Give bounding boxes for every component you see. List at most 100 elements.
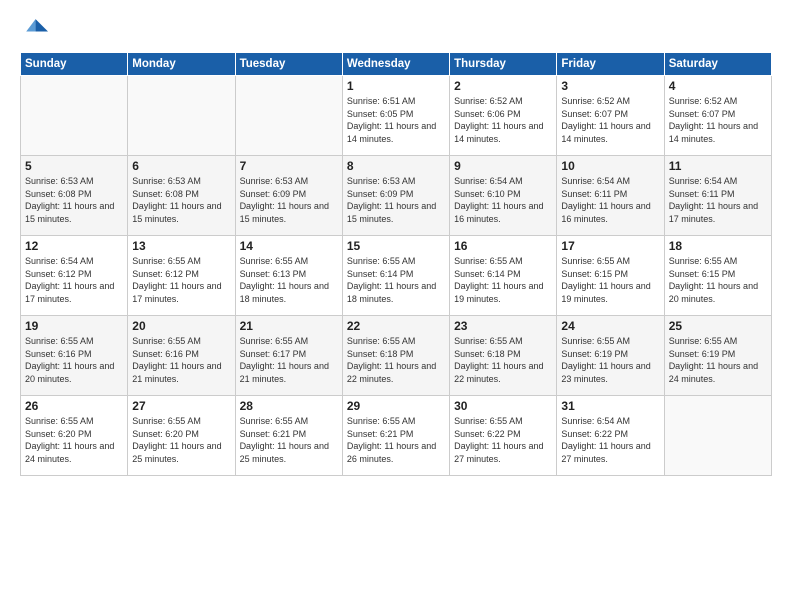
calendar-cell: 10 Sunrise: 6:54 AMSunset: 6:11 PMDayligh… <box>557 156 664 236</box>
day-number: 4 <box>669 79 767 93</box>
day-number: 16 <box>454 239 552 253</box>
day-number: 8 <box>347 159 445 173</box>
page: SundayMondayTuesdayWednesdayThursdayFrid… <box>0 0 792 612</box>
day-number: 2 <box>454 79 552 93</box>
day-info: Sunrise: 6:55 AMSunset: 6:14 PMDaylight:… <box>347 255 445 305</box>
calendar-table: SundayMondayTuesdayWednesdayThursdayFrid… <box>20 52 772 476</box>
day-number: 27 <box>132 399 230 413</box>
weekday-header: Monday <box>128 53 235 76</box>
calendar-cell: 6 Sunrise: 6:53 AMSunset: 6:08 PMDaylight… <box>128 156 235 236</box>
day-info: Sunrise: 6:54 AMSunset: 6:12 PMDaylight:… <box>25 255 123 305</box>
weekday-header-row: SundayMondayTuesdayWednesdayThursdayFrid… <box>21 53 772 76</box>
day-info: Sunrise: 6:55 AMSunset: 6:15 PMDaylight:… <box>561 255 659 305</box>
calendar-cell: 5 Sunrise: 6:53 AMSunset: 6:08 PMDaylight… <box>21 156 128 236</box>
calendar-cell <box>21 76 128 156</box>
day-number: 23 <box>454 319 552 333</box>
calendar-cell <box>128 76 235 156</box>
calendar-cell: 9 Sunrise: 6:54 AMSunset: 6:10 PMDaylight… <box>450 156 557 236</box>
calendar-cell: 13 Sunrise: 6:55 AMSunset: 6:12 PMDayligh… <box>128 236 235 316</box>
day-number: 6 <box>132 159 230 173</box>
calendar-cell: 28 Sunrise: 6:55 AMSunset: 6:21 PMDayligh… <box>235 396 342 476</box>
day-info: Sunrise: 6:55 AMSunset: 6:13 PMDaylight:… <box>240 255 338 305</box>
calendar-cell <box>664 396 771 476</box>
day-number: 3 <box>561 79 659 93</box>
calendar-cell: 22Sunrise: 6:55 AMSunset: 6:18 PMDayligh… <box>342 316 449 396</box>
calendar-cell: 14 Sunrise: 6:55 AMSunset: 6:13 PMDayligh… <box>235 236 342 316</box>
calendar-cell: 17 Sunrise: 6:55 AMSunset: 6:15 PMDayligh… <box>557 236 664 316</box>
day-number: 12 <box>25 239 123 253</box>
day-number: 25 <box>669 319 767 333</box>
calendar-week-row: 1Sunrise: 6:51 AMSunset: 6:05 PMDaylight… <box>21 76 772 156</box>
day-info: Sunrise: 6:55 AMSunset: 6:20 PMDaylight:… <box>132 415 230 465</box>
calendar-cell: 26Sunrise: 6:55 AMSunset: 6:20 PMDayligh… <box>21 396 128 476</box>
logo <box>20 16 52 44</box>
calendar-cell: 25 Sunrise: 6:55 AMSunset: 6:19 PMDayligh… <box>664 316 771 396</box>
day-info: Sunrise: 6:54 AMSunset: 6:11 PMDaylight:… <box>669 175 767 225</box>
calendar-cell: 8Sunrise: 6:53 AMSunset: 6:09 PMDaylight… <box>342 156 449 236</box>
day-number: 10 <box>561 159 659 173</box>
calendar-cell: 15 Sunrise: 6:55 AMSunset: 6:14 PMDayligh… <box>342 236 449 316</box>
logo-icon <box>20 16 48 44</box>
day-info: Sunrise: 6:55 AMSunset: 6:19 PMDaylight:… <box>561 335 659 385</box>
day-number: 30 <box>454 399 552 413</box>
calendar-cell: 31Sunrise: 6:54 AMSunset: 6:22 PMDayligh… <box>557 396 664 476</box>
day-number: 1 <box>347 79 445 93</box>
day-number: 7 <box>240 159 338 173</box>
day-number: 5 <box>25 159 123 173</box>
calendar-cell <box>235 76 342 156</box>
day-info: Sunrise: 6:55 AMSunset: 6:15 PMDaylight:… <box>669 255 767 305</box>
weekday-header: Sunday <box>21 53 128 76</box>
calendar-cell: 3 Sunrise: 6:52 AMSunset: 6:07 PMDaylight… <box>557 76 664 156</box>
calendar-cell: 27 Sunrise: 6:55 AMSunset: 6:20 PMDayligh… <box>128 396 235 476</box>
day-number: 13 <box>132 239 230 253</box>
calendar-cell: 30 Sunrise: 6:55 AMSunset: 6:22 PMDayligh… <box>450 396 557 476</box>
day-info: Sunrise: 6:54 AMSunset: 6:10 PMDaylight:… <box>454 175 552 225</box>
day-number: 21 <box>240 319 338 333</box>
day-number: 14 <box>240 239 338 253</box>
calendar-cell: 11 Sunrise: 6:54 AMSunset: 6:11 PMDayligh… <box>664 156 771 236</box>
calendar-week-row: 12 Sunrise: 6:54 AMSunset: 6:12 PMDayligh… <box>21 236 772 316</box>
day-number: 19 <box>25 319 123 333</box>
day-number: 26 <box>25 399 123 413</box>
day-info: Sunrise: 6:55 AMSunset: 6:16 PMDaylight:… <box>132 335 230 385</box>
weekday-header: Friday <box>557 53 664 76</box>
day-number: 28 <box>240 399 338 413</box>
calendar-cell: 12 Sunrise: 6:54 AMSunset: 6:12 PMDayligh… <box>21 236 128 316</box>
day-info: Sunrise: 6:55 AMSunset: 6:12 PMDaylight:… <box>132 255 230 305</box>
weekday-header: Thursday <box>450 53 557 76</box>
day-number: 29 <box>347 399 445 413</box>
calendar-cell: 18Sunrise: 6:55 AMSunset: 6:15 PMDayligh… <box>664 236 771 316</box>
weekday-header: Tuesday <box>235 53 342 76</box>
day-number: 11 <box>669 159 767 173</box>
day-number: 31 <box>561 399 659 413</box>
calendar-cell: 4 Sunrise: 6:52 AMSunset: 6:07 PMDaylight… <box>664 76 771 156</box>
day-info: Sunrise: 6:53 AMSunset: 6:08 PMDaylight:… <box>132 175 230 225</box>
calendar-week-row: 5 Sunrise: 6:53 AMSunset: 6:08 PMDaylight… <box>21 156 772 236</box>
day-number: 9 <box>454 159 552 173</box>
day-info: Sunrise: 6:52 AMSunset: 6:06 PMDaylight:… <box>454 95 552 145</box>
calendar-cell: 16 Sunrise: 6:55 AMSunset: 6:14 PMDayligh… <box>450 236 557 316</box>
day-info: Sunrise: 6:53 AMSunset: 6:09 PMDaylight:… <box>240 175 338 225</box>
calendar-cell: 7 Sunrise: 6:53 AMSunset: 6:09 PMDaylight… <box>235 156 342 236</box>
header <box>20 16 772 44</box>
day-info: Sunrise: 6:55 AMSunset: 6:18 PMDaylight:… <box>347 335 445 385</box>
day-info: Sunrise: 6:55 AMSunset: 6:22 PMDaylight:… <box>454 415 552 465</box>
day-info: Sunrise: 6:53 AMSunset: 6:08 PMDaylight:… <box>25 175 123 225</box>
day-number: 15 <box>347 239 445 253</box>
day-number: 24 <box>561 319 659 333</box>
day-number: 20 <box>132 319 230 333</box>
day-info: Sunrise: 6:55 AMSunset: 6:18 PMDaylight:… <box>454 335 552 385</box>
day-info: Sunrise: 6:52 AMSunset: 6:07 PMDaylight:… <box>669 95 767 145</box>
day-number: 17 <box>561 239 659 253</box>
day-info: Sunrise: 6:54 AMSunset: 6:11 PMDaylight:… <box>561 175 659 225</box>
weekday-header: Wednesday <box>342 53 449 76</box>
calendar-week-row: 19 Sunrise: 6:55 AMSunset: 6:16 PMDayligh… <box>21 316 772 396</box>
calendar-cell: 20 Sunrise: 6:55 AMSunset: 6:16 PMDayligh… <box>128 316 235 396</box>
day-info: Sunrise: 6:52 AMSunset: 6:07 PMDaylight:… <box>561 95 659 145</box>
calendar-cell: 24 Sunrise: 6:55 AMSunset: 6:19 PMDayligh… <box>557 316 664 396</box>
weekday-header: Saturday <box>664 53 771 76</box>
calendar-cell: 29Sunrise: 6:55 AMSunset: 6:21 PMDayligh… <box>342 396 449 476</box>
day-info: Sunrise: 6:55 AMSunset: 6:19 PMDaylight:… <box>669 335 767 385</box>
day-info: Sunrise: 6:55 AMSunset: 6:14 PMDaylight:… <box>454 255 552 305</box>
day-info: Sunrise: 6:55 AMSunset: 6:21 PMDaylight:… <box>240 415 338 465</box>
